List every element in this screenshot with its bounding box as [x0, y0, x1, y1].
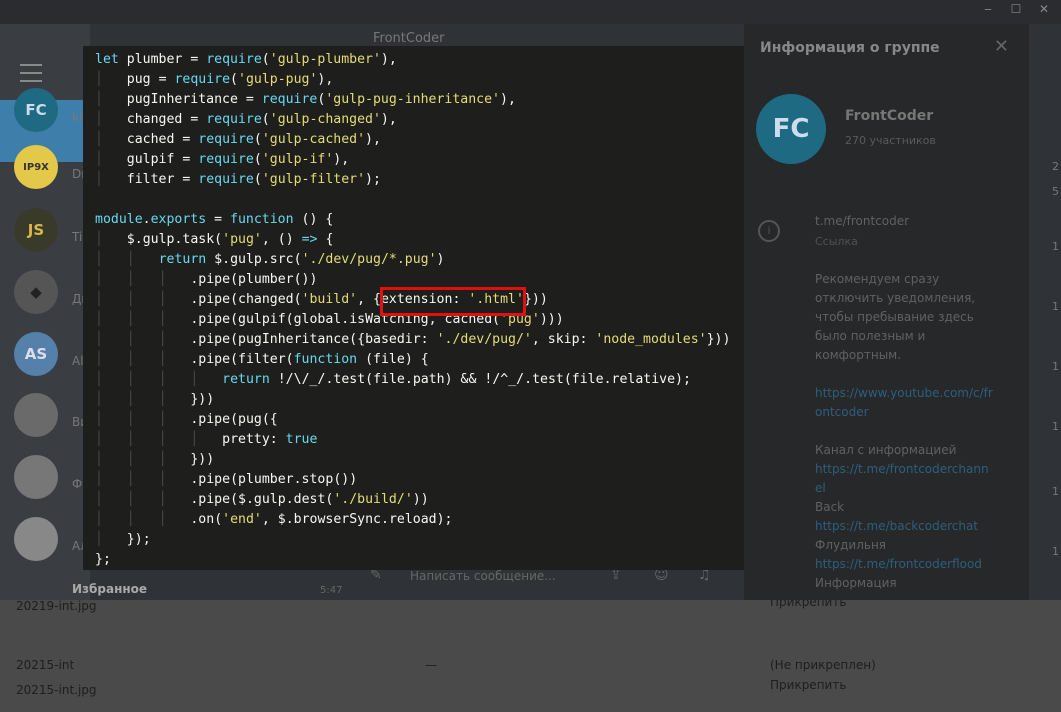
title-bar: ‒ ☐ ✕	[0, 0, 1061, 24]
chat-avatar[interactable]	[14, 517, 58, 561]
file-name[interactable]: 20215-int.jpg	[16, 683, 97, 697]
close-icon[interactable]: ✕	[994, 36, 1009, 57]
menu-icon[interactable]	[20, 64, 42, 82]
chat-avatar[interactable]	[14, 393, 58, 437]
file-dash: —	[425, 658, 437, 672]
edge-counter: 2	[1052, 160, 1059, 173]
youtube-link[interactable]: https://www.youtube.com/c/fr	[815, 384, 993, 403]
code-line: │ │ │ .pipe(pug({	[95, 412, 278, 427]
close-icon[interactable]: ✕	[1037, 2, 1051, 16]
code-line: module.exports = function () {	[95, 212, 334, 227]
description-line: чтобы пребывание здесь	[815, 310, 974, 324]
edge-counter: 1	[1052, 360, 1059, 373]
code-line: │ gulpif = require('gulp-if'),	[95, 152, 350, 167]
highlight-box	[380, 287, 526, 316]
description-line: отключить уведомления,	[815, 291, 976, 305]
edge-counter: 1	[1052, 240, 1059, 253]
maximize-icon[interactable]: ☐	[1009, 2, 1023, 16]
info-label: Информация	[815, 576, 897, 590]
group-info-panel: Информация о группе ✕ FC FrontCoder 270 …	[744, 24, 1029, 600]
description-line: комфортным.	[815, 348, 902, 362]
edge-counter: 1	[1052, 485, 1059, 498]
flood-link[interactable]: https://t.me/frontcoderflood	[815, 555, 993, 574]
chat-avatar[interactable]: AS	[14, 332, 58, 376]
chat-title: FrontCoder	[373, 31, 445, 46]
minimize-icon[interactable]: ‒	[981, 2, 995, 16]
channel-label: Канал с информацией	[815, 443, 957, 457]
code-line: │ cached = require('gulp-cached'),	[95, 132, 381, 147]
code-line: │ │ return $.gulp.src('./dev/pug/*.pug')	[95, 252, 445, 267]
info-icon: i	[758, 220, 780, 242]
file-list: 20219-int.jpg Прикрепить 20215-int — (Не…	[0, 590, 1061, 712]
file-name[interactable]: 20219-int.jpg	[16, 599, 97, 613]
group-name: FrontCoder	[845, 108, 934, 124]
edge-counter: 5	[1052, 185, 1059, 198]
favorites-time: 5:47	[320, 585, 343, 596]
code-line: │ │ │ │ pretty: true	[95, 432, 318, 447]
youtube-link-cont[interactable]: ontcoder	[815, 403, 993, 422]
code-line: │ pug = require('gulp-pug'),	[95, 72, 334, 87]
chat-avatar[interactable]	[14, 455, 58, 499]
back-label: Back	[815, 500, 845, 514]
group-link-caption: Ссылка	[815, 235, 858, 248]
code-line: │ filter = require('gulp-filter');	[95, 172, 381, 187]
code-line: let plumber = require('gulp-plumber'),	[95, 52, 397, 67]
attach-status: (Не прикреплен)	[770, 658, 876, 672]
code-line: │ │ │ }))	[95, 392, 215, 407]
edge-counter: 1	[1052, 545, 1059, 558]
code-line: │ │ │ .pipe(plumber.stop())	[95, 472, 358, 487]
chat-avatar[interactable]: ◆	[14, 270, 58, 314]
group-members-count[interactable]: 270 участников	[845, 134, 936, 147]
compose-placeholder: Написать сообщение...	[410, 569, 556, 583]
channel-link-cont[interactable]: el	[815, 479, 993, 498]
code-line: │ });	[95, 532, 151, 547]
code-line: };	[95, 552, 111, 567]
group-info-title: Информация о группе	[760, 40, 940, 56]
group-description: Рекомендуем сразу отключить уведомления,…	[815, 270, 993, 593]
attach-link[interactable]: Прикрепить	[770, 678, 846, 692]
code-line: │ changed = require('gulp-changed'),	[95, 112, 397, 127]
code-line: │ $.gulp.task('pug', () => {	[95, 232, 334, 247]
code-line: │ │ │ .pipe(pugInheritance({basedir: './…	[95, 332, 731, 347]
channel-link[interactable]: https://t.me/frontcoderchann	[815, 460, 993, 479]
group-link[interactable]: t.me/frontcoder	[815, 212, 909, 231]
flood-label: Флудильня	[815, 538, 887, 552]
chat-avatar[interactable]: JS	[14, 208, 58, 252]
chat-avatar[interactable]: IP9X	[14, 145, 58, 189]
code-line: │ pugInheritance = require('gulp-pug-inh…	[95, 92, 516, 107]
file-name[interactable]: 20215-int	[16, 658, 74, 672]
description-line: было полезным и	[815, 329, 926, 343]
description-line: Рекомендуем сразу	[815, 272, 940, 286]
back-link[interactable]: https://t.me/backcoderchat	[815, 517, 993, 536]
code-line: │ │ │ .on('end', $.browserSync.reload);	[95, 512, 453, 527]
code-line: │ │ │ │ return !/\/_/.test(file.path) &&…	[95, 372, 691, 387]
chat-avatar[interactable]: FC	[14, 88, 58, 132]
group-avatar: FC	[756, 94, 826, 164]
code-line: │ │ │ .pipe(filter(function (file) {	[95, 352, 429, 367]
favorites-chat-label[interactable]: Избранное	[72, 582, 147, 596]
edge-counter: 1	[1052, 300, 1059, 313]
code-line: │ │ │ .pipe($.gulp.dest('./build/'))	[95, 492, 429, 507]
window-controls: ‒ ☐ ✕	[981, 2, 1051, 16]
code-snippet: let plumber = require('gulp-plumber'), │ …	[83, 46, 744, 570]
code-line: │ │ │ }))	[95, 452, 215, 467]
edge-counter: 1	[1052, 420, 1059, 433]
